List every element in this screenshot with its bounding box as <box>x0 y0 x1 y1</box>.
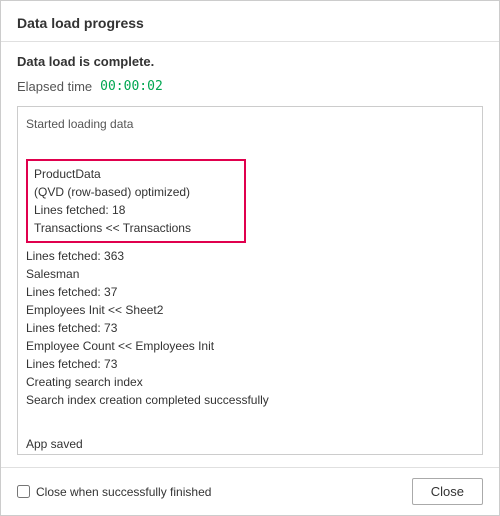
log-line-4: Lines fetched: 73 <box>26 319 482 337</box>
log-line-5: Employee Count << Employees Init <box>26 337 482 355</box>
log-app-saved: App saved <box>26 417 482 453</box>
log-line-7: Creating search index <box>26 373 482 391</box>
checkbox-label[interactable]: Close when successfully finished <box>17 485 211 499</box>
dialog-body: Data load is complete. Elapsed time 00:0… <box>1 42 499 467</box>
elapsed-row: Elapsed time 00:00:02 <box>17 79 483 94</box>
checkbox-text: Close when successfully finished <box>36 485 211 499</box>
log-content: Started loading data ProductData (QVD (r… <box>26 115 482 455</box>
close-button[interactable]: Close <box>412 478 483 505</box>
log-container[interactable]: Started loading data ProductData (QVD (r… <box>17 106 483 455</box>
log-line-8: Search index creation completed successf… <box>26 391 482 409</box>
elapsed-value: 00:00:02 <box>100 79 163 94</box>
highlight-line-0: ProductData <box>34 165 238 183</box>
status-complete: Data load is complete. <box>17 54 483 69</box>
log-line-3: Employees Init << Sheet2 <box>26 301 482 319</box>
dialog-footer: Close when successfully finished Close <box>1 467 499 515</box>
elapsed-label: Elapsed time <box>17 79 92 94</box>
highlight-line-3: Transactions << Transactions <box>34 219 238 237</box>
highlight-line-1: (QVD (row-based) optimized) <box>34 183 238 201</box>
log-line-2: Lines fetched: 37 <box>26 283 482 301</box>
log-line-0: Lines fetched: 363 <box>26 247 482 265</box>
dialog-header: Data load progress <box>1 1 499 42</box>
dialog-title: Data load progress <box>17 15 144 31</box>
dialog: Data load progress Data load is complete… <box>0 0 500 516</box>
highlighted-block: ProductData (QVD (row-based) optimized) … <box>26 159 246 243</box>
log-started: Started loading data <box>26 115 482 133</box>
log-line-6: Lines fetched: 73 <box>26 355 482 373</box>
highlight-line-2: Lines fetched: 18 <box>34 201 238 219</box>
log-line-1: Salesman <box>26 265 482 283</box>
close-checkbox[interactable] <box>17 485 30 498</box>
